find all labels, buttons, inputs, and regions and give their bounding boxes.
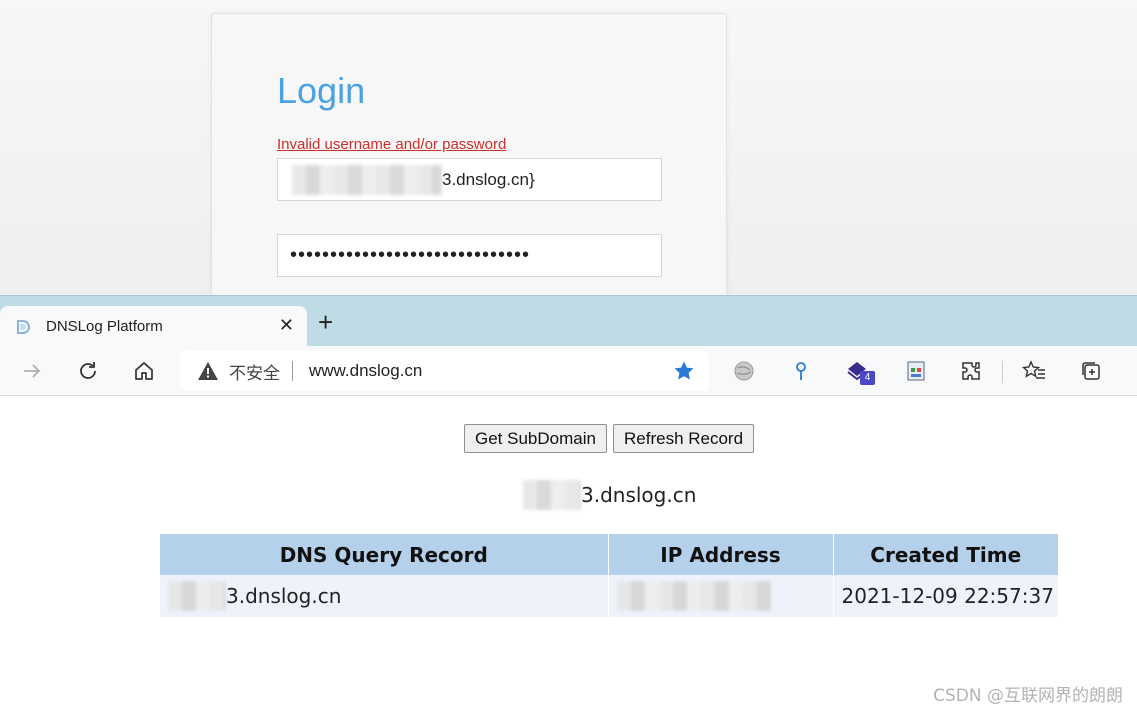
subdomain-text: 3.dnslog.cn	[581, 483, 697, 507]
tab-close-icon[interactable]: ✕	[279, 315, 294, 336]
new-tab-button[interactable]: +	[318, 309, 333, 335]
header-ip-address: IP Address	[608, 534, 834, 575]
address-bar[interactable]: 不安全 www.dnslog.cn	[180, 351, 709, 391]
subdomain-display: 3.dnslog.cn	[523, 480, 696, 510]
dns-record-text: 3.dnslog.cn	[226, 584, 342, 608]
insecure-label[interactable]: 不安全	[229, 359, 280, 384]
tab-dnslog-platform[interactable]: DNSLog Platform ✕	[0, 306, 307, 347]
favorites-icon[interactable]	[1021, 358, 1047, 384]
tab-strip: DNSLog Platform ✕ +	[0, 295, 1137, 347]
refresh-record-button[interactable]: Refresh Record	[613, 424, 755, 453]
csdn-watermark: CSDN @互联网界的朗朗	[933, 686, 1123, 706]
browser-toolbar: 不安全 www.dnslog.cn 4	[0, 346, 1137, 396]
cell-dns-record: 3.dnslog.cn	[160, 575, 609, 617]
pin-extension-icon[interactable]	[788, 358, 814, 384]
login-title: Login	[277, 70, 366, 111]
redacted-text	[523, 480, 581, 510]
dnslog-favicon-icon	[17, 319, 30, 334]
login-error-message: Invalid username and/or password	[277, 136, 507, 153]
forward-icon[interactable]	[19, 358, 45, 384]
login-screenshot: Login Invalid username and/or password 3…	[0, 0, 1137, 296]
get-subdomain-button[interactable]: Get SubDomain	[464, 424, 607, 453]
table-header-row: DNS Query Record IP Address Created Time	[160, 534, 1058, 575]
dns-records-table: DNS Query Record IP Address Created Time…	[160, 534, 1058, 617]
cell-created-time: 2021-12-09 22:57:37	[833, 575, 1058, 617]
redacted-text	[168, 581, 226, 611]
address-separator	[292, 361, 293, 381]
password-field[interactable]: ••••••••••••••••••••••••••••••	[277, 234, 662, 277]
header-dns-query-record: DNS Query Record	[160, 534, 609, 575]
username-value: 3.dnslog.cn}	[442, 169, 535, 189]
password-value: ••••••••••••••••••••••••••••••	[290, 244, 531, 266]
extension-with-badge-icon[interactable]: 4	[846, 358, 880, 385]
extensions-puzzle-icon[interactable]	[958, 358, 984, 384]
login-card: Login Invalid username and/or password 3…	[211, 13, 727, 296]
url-text[interactable]: www.dnslog.cn	[309, 361, 422, 381]
favorite-star-icon[interactable]	[673, 360, 695, 382]
collections-icon[interactable]	[1078, 358, 1104, 384]
warning-icon	[198, 362, 218, 380]
page-content: Get SubDomain Refresh Record 3.dnslog.cn…	[0, 397, 1137, 713]
redacted-ip	[616, 581, 771, 611]
tab-title: DNSLog Platform	[46, 318, 163, 335]
extension-badge: 4	[860, 371, 875, 385]
sheet-extension-icon[interactable]	[903, 358, 929, 384]
username-field[interactable]: 3.dnslog.cn}	[277, 158, 662, 201]
home-icon[interactable]	[131, 358, 157, 384]
redacted-text	[292, 164, 442, 195]
globe-extension-icon[interactable]	[731, 358, 757, 384]
refresh-icon[interactable]	[75, 358, 101, 384]
table-row: 3.dnslog.cn 2021-12-09 22:57:37	[160, 575, 1058, 617]
cell-ip-address	[608, 575, 834, 617]
header-created-time: Created Time	[833, 534, 1058, 575]
toolbar-separator	[1002, 361, 1003, 383]
